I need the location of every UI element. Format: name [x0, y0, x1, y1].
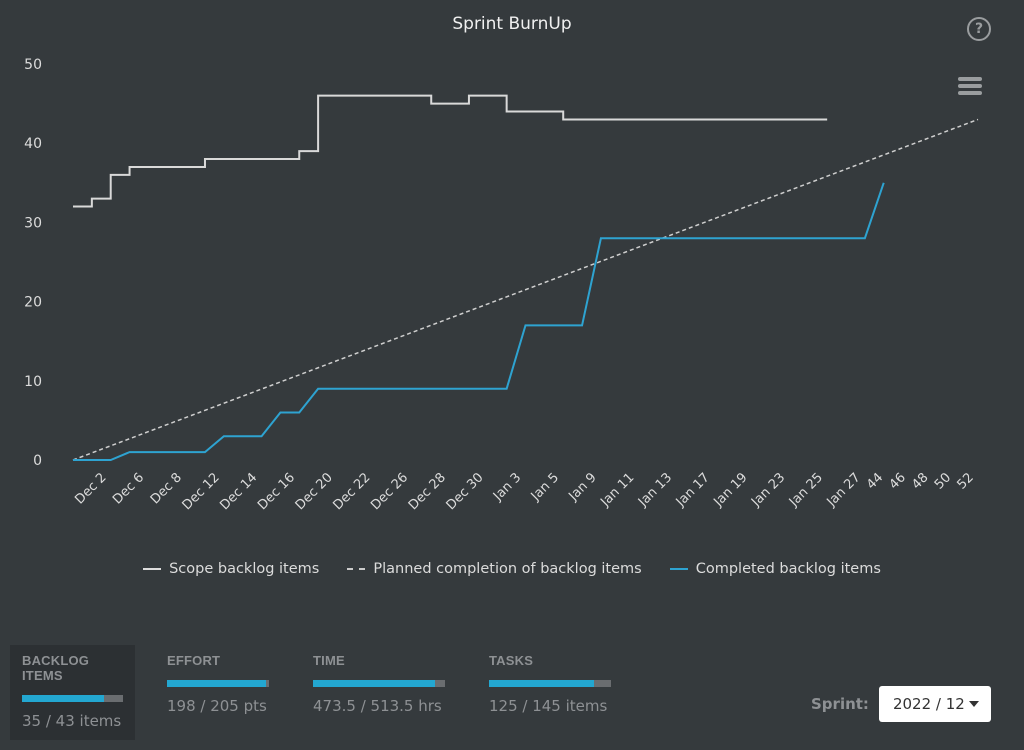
x-tick-label: Jan 17	[673, 470, 713, 510]
x-tick-label: Jan 25	[786, 470, 826, 510]
progress-bar	[167, 680, 269, 687]
progress-fill	[167, 680, 266, 687]
series-line-planned-completion-of-backlog-items	[72, 118, 979, 461]
sprint-selected-value: 2022 / 12	[892, 695, 965, 713]
chart-legend: Scope backlog items Planned completion o…	[0, 561, 1024, 577]
series-line-scope-backlog-items	[73, 94, 828, 208]
stat-backlog-items[interactable]: BACKLOG ITEMS 35 / 43 items	[10, 645, 135, 740]
progress-fill	[489, 680, 595, 687]
progress-fill	[22, 695, 105, 702]
x-tick-label: 50	[932, 470, 954, 492]
stat-label: BACKLOG ITEMS	[22, 653, 90, 683]
legend-label: Scope backlog items	[169, 561, 320, 577]
x-tick-label: Dec 26	[368, 470, 411, 513]
x-tick-label: Dec 16	[255, 470, 298, 513]
x-axis: Dec 2 Dec 6 Dec 8Dec 12Dec 14Dec 16Dec 20D…	[72, 470, 976, 513]
x-tick-label: Dec 6	[110, 470, 147, 507]
x-tick-label: Dec 30	[444, 470, 487, 513]
progress-fill	[313, 680, 435, 687]
stat-value: 35 / 43 items	[22, 712, 122, 730]
legend-label: Planned completion of backlog items	[373, 561, 642, 577]
stat-tasks[interactable]: TASKS 125 / 145 items	[477, 645, 623, 740]
legend-item-completed[interactable]: Completed backlog items	[669, 561, 881, 577]
stat-effort[interactable]: EFFORT 198 / 205 pts	[155, 645, 281, 740]
x-tick-label: Jan 13	[635, 470, 675, 510]
x-tick-label: Dec 2	[72, 470, 109, 507]
stat-value: 125 / 145 items	[489, 697, 608, 715]
sprint-selector: Sprint: 2022 / 12	[811, 686, 991, 722]
hamburger-menu-icon[interactable]	[958, 77, 982, 98]
stat-time[interactable]: TIME 473.5 / 513.5 hrs	[301, 645, 457, 740]
legend-swatch-scope	[143, 568, 162, 570]
x-tick-label: 52	[955, 470, 977, 492]
x-tick-label: Jan 3	[490, 470, 524, 504]
y-tick-label: 50	[24, 57, 42, 73]
x-tick-label: Dec 12	[180, 470, 223, 513]
x-tick-label: 48	[909, 470, 931, 492]
question-circle-icon[interactable]: ?	[967, 17, 991, 41]
y-tick-label: 30	[24, 215, 42, 231]
y-tick-label: 10	[24, 374, 42, 390]
progress-bar	[489, 680, 611, 687]
legend-label: Completed backlog items	[695, 561, 881, 577]
series-line-completed-backlog-items	[73, 182, 885, 461]
stat-value: 473.5 / 513.5 hrs	[313, 697, 442, 715]
x-tick-label: 44	[864, 470, 886, 492]
y-tick-label: 40	[24, 136, 42, 152]
series-group	[72, 94, 979, 461]
chevron-down-icon	[968, 701, 979, 707]
y-axis: 0 10 20 30 40 50	[24, 57, 42, 469]
stat-label: TASKS	[489, 653, 534, 668]
y-tick-label: 20	[24, 295, 42, 311]
progress-bar	[313, 680, 445, 687]
burnup-chart: 01020304050 Dec 2 Dec 6 Dec 8Dec 12Dec 14D…	[24, 57, 979, 513]
sprint-label: Sprint:	[811, 695, 869, 713]
legend-swatch-completed	[669, 568, 688, 570]
legend-item-scope[interactable]: Scope backlog items	[143, 561, 319, 577]
x-tick-label: Jan 9	[565, 470, 599, 504]
x-tick-label: Jan 27	[824, 470, 864, 510]
progress-bar	[22, 695, 123, 702]
stat-label: EFFORT	[167, 653, 221, 668]
chart-title: Sprint BurnUp	[452, 14, 572, 34]
legend-item-planned[interactable]: Planned completion of backlog items	[347, 561, 642, 577]
stat-value: 198 / 205 pts	[167, 697, 267, 715]
stat-label: TIME	[313, 653, 345, 668]
x-tick-label: Jan 19	[710, 470, 750, 510]
x-tick-label: Jan 5	[528, 470, 562, 504]
x-tick-label: Jan 11	[597, 470, 637, 510]
stats-bar: BACKLOG ITEMS 35 / 43 items EFFORT 198 /…	[10, 645, 643, 740]
x-tick-label: Dec 14	[217, 470, 260, 513]
x-tick-label: 46	[887, 470, 909, 492]
legend-swatch-planned	[347, 568, 366, 570]
x-tick-label: Dec 20	[293, 470, 336, 513]
x-tick-label: Dec 22	[330, 470, 373, 513]
x-tick-label: Dec 28	[406, 470, 449, 513]
sprint-dropdown[interactable]: 2022 / 12	[878, 686, 991, 722]
x-tick-label: Jan 23	[748, 470, 788, 510]
y-tick-label: 0	[33, 453, 42, 469]
